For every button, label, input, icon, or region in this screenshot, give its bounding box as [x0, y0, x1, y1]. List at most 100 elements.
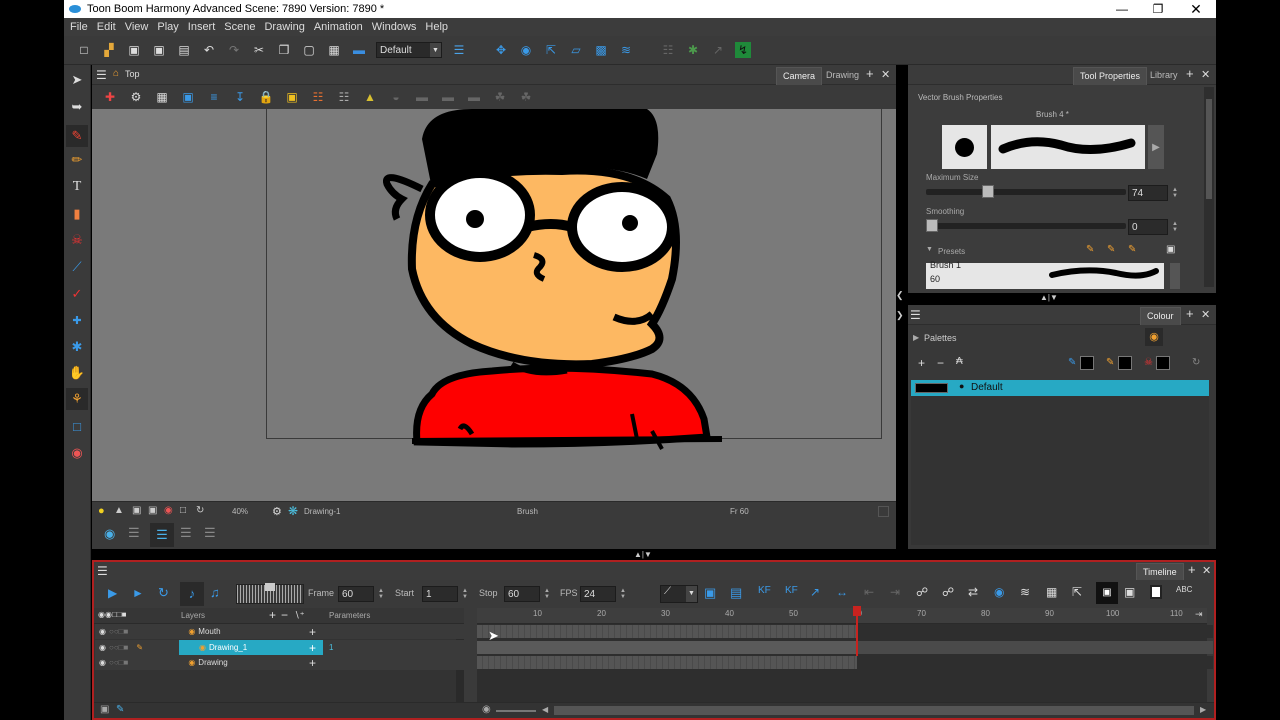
new-preset-icon[interactable]: ✎: [1086, 244, 1094, 255]
scale-icon[interactable]: ⇱: [543, 42, 559, 58]
layer-options-icon[interactable]: ∖⁺: [294, 610, 304, 621]
max-size-input[interactable]: [1128, 185, 1168, 201]
delete-preset-icon[interactable]: ✎: [1128, 244, 1136, 255]
menu-play[interactable]: Play: [157, 21, 178, 33]
fill-swatch[interactable]: [1080, 356, 1094, 370]
hand-tool-icon[interactable]: ✋: [68, 364, 86, 382]
visibility-icon[interactable]: ◉: [99, 658, 106, 667]
open-folder-icon[interactable]: ▞: [101, 42, 117, 58]
morph-tool-icon[interactable]: ✱: [68, 338, 86, 356]
unlock-icon[interactable]: ▣: [284, 89, 300, 105]
add-tab-icon[interactable]: +: [1186, 66, 1194, 81]
workspace-select[interactable]: Default ▼: [376, 42, 442, 58]
shade5-icon[interactable]: ☘: [492, 89, 508, 105]
shade6-icon[interactable]: ☘: [518, 89, 534, 105]
menu-edit[interactable]: Edit: [97, 21, 116, 33]
layers-dark-icon[interactable]: ☰: [204, 525, 216, 541]
dock-collapse-icon[interactable]: ❯: [896, 310, 906, 324]
layer-toggles-icon[interactable]: ◉◉□□■: [98, 610, 126, 619]
sound-icon[interactable]: ♪: [180, 582, 204, 606]
reset-icon[interactable]: ↻: [196, 505, 204, 516]
toggle-active-icon[interactable]: ▣: [1096, 582, 1118, 604]
frame-stepper[interactable]: ▲ ▼: [376, 586, 386, 602]
deform-green-icon[interactable]: ↯: [735, 42, 751, 58]
exposure-row-mouth[interactable]: [477, 625, 857, 638]
exposure-row-empty-mouth[interactable]: [858, 625, 1213, 638]
ink-tool-icon[interactable]: ◉: [68, 444, 86, 462]
menu-animation[interactable]: Animation: [314, 21, 363, 33]
close-icon[interactable]: ✕: [1176, 1, 1216, 18]
tab-drawing[interactable]: Drawing: [820, 70, 865, 80]
visibility-icon[interactable]: ◉: [99, 643, 106, 652]
start-input[interactable]: [422, 586, 458, 602]
tab-tool-properties[interactable]: Tool Properties: [1073, 67, 1148, 85]
panel-scrollbar[interactable]: [1204, 87, 1214, 287]
smoothing-slider-thumb[interactable]: [926, 219, 938, 232]
dropper-icon[interactable]: ✎: [1068, 357, 1076, 368]
save-as-icon[interactable]: ▣: [151, 42, 167, 58]
brush-tool-icon[interactable]: ✎: [66, 125, 88, 147]
max-size-stepper[interactable]: ▲ ▼: [1170, 185, 1180, 201]
max-size-slider[interactable]: [926, 185, 1126, 198]
camera-mask-icon[interactable]: ▣: [148, 505, 157, 516]
save-all-icon[interactable]: ▤: [176, 42, 192, 58]
import-icon[interactable]: ↧: [232, 89, 248, 105]
frame-ruler[interactable]: 10 20 30 40 50 60 70 80 90 100 110 ⇥: [477, 608, 1207, 624]
fps-stepper[interactable]: ▲ ▼: [618, 586, 628, 602]
palettes-toggle-icon[interactable]: ▶: [913, 333, 919, 342]
remove-layer-icon[interactable]: −: [281, 608, 288, 622]
bone-icon[interactable]: ☷: [660, 42, 676, 58]
playback-speed-slider[interactable]: [236, 583, 304, 604]
pencil-tool-icon[interactable]: ✏: [68, 151, 86, 169]
selected-layer-label[interactable]: ◉ Drawing_1: [179, 640, 323, 655]
dropper-tool-icon[interactable]: ✓: [68, 285, 86, 303]
camera-viewport[interactable]: [92, 109, 896, 501]
smoothing-slider[interactable]: [926, 219, 1126, 232]
grid-icon[interactable]: ▦: [154, 89, 170, 105]
preset-scrollbar[interactable]: [1170, 263, 1180, 289]
minimize-icon[interactable]: —: [1104, 2, 1140, 16]
tab-colour[interactable]: Colour: [1140, 307, 1181, 325]
add-red-icon[interactable]: ✚: [102, 89, 118, 105]
menu-icon[interactable]: ☰: [97, 564, 108, 578]
close-panel-icon[interactable]: ✕: [1201, 68, 1210, 81]
exposure-row-drawing-1[interactable]: [477, 641, 857, 654]
white-square-icon[interactable]: [1150, 585, 1162, 599]
menu-help[interactable]: Help: [425, 21, 448, 33]
paste-icon[interactable]: ▢: [301, 42, 317, 58]
add-param-icon[interactable]: +: [309, 641, 316, 655]
deform-icon[interactable]: ≋: [618, 42, 634, 58]
menu-icon[interactable]: ☰: [910, 308, 921, 322]
playhead-handle[interactable]: [853, 606, 861, 616]
menu-view[interactable]: View: [125, 21, 149, 33]
remove-colour-icon[interactable]: −: [937, 356, 944, 370]
paint-colour-icon[interactable]: ☠: [1144, 357, 1153, 368]
colour-swatch-row[interactable]: ● Default: [911, 380, 1209, 396]
add-tab-icon[interactable]: +: [866, 66, 874, 81]
add-tab-icon[interactable]: +: [1186, 306, 1194, 321]
toggle-icon[interactable]: ▣: [1124, 585, 1135, 599]
menu-file[interactable]: File: [70, 21, 88, 33]
insert-frame-icon[interactable]: ☍: [916, 585, 928, 599]
export-icon[interactable]: ⇱: [1072, 585, 1082, 599]
gear-icon[interactable]: ⚙: [128, 89, 144, 105]
breadcrumb[interactable]: Top: [125, 69, 140, 79]
close-panel-icon[interactable]: ✕: [1201, 308, 1210, 321]
visibility-icon[interactable]: ◉: [99, 627, 106, 636]
exposure-row-drawing[interactable]: [477, 656, 857, 669]
ruler-end-icon[interactable]: ⇥: [1195, 609, 1203, 620]
play-icon[interactable]: ▶: [108, 586, 117, 600]
edit-pencil-icon[interactable]: ✎: [136, 643, 143, 652]
add-colour-icon[interactable]: +: [918, 356, 925, 370]
pivot-icon[interactable]: ◉: [518, 42, 534, 58]
add-layer-icon[interactable]: +: [269, 608, 276, 622]
shade4-icon[interactable]: ▬: [466, 89, 482, 105]
layers-grey-icon[interactable]: ☰: [128, 525, 140, 541]
exposure-row-empty-drawing[interactable]: [858, 656, 1213, 669]
onion-icon[interactable]: ▲: [114, 505, 124, 516]
link-icon[interactable]: ↻: [1192, 357, 1200, 368]
row-toggles-icon[interactable]: ○○□■: [109, 627, 128, 636]
transform-icon[interactable]: ✥: [493, 42, 509, 58]
extend-exposure-icon[interactable]: ⇄: [968, 585, 978, 599]
stagger-icon[interactable]: ≋: [1020, 585, 1030, 599]
